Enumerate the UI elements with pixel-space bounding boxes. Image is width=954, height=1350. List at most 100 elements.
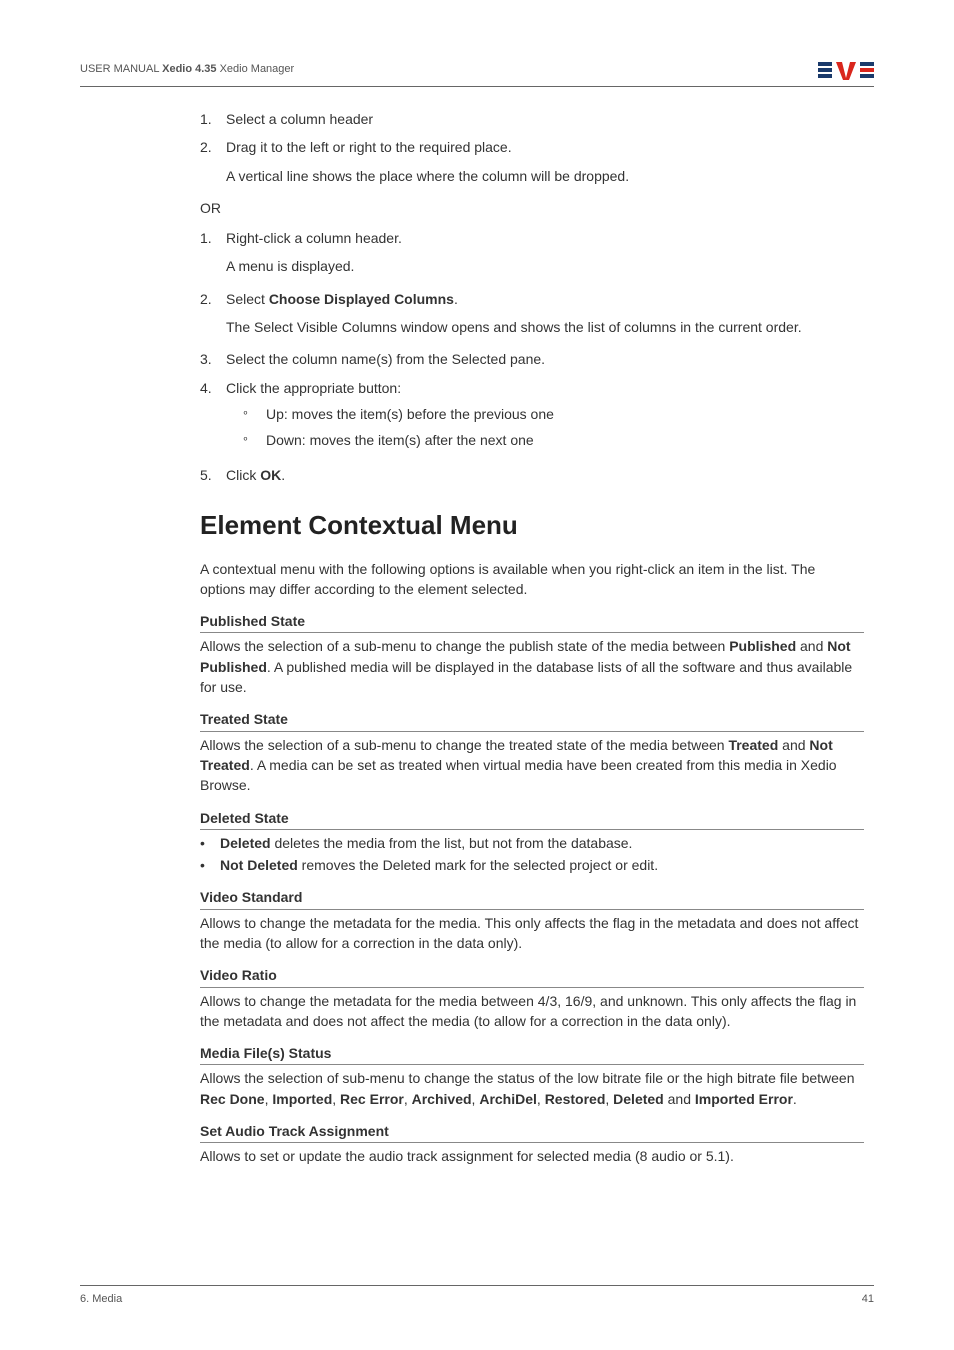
text-span: . [793,1091,797,1107]
text-span: . [454,291,458,307]
bold-span: Not Deleted [220,857,298,873]
text-span: and [796,638,827,654]
video-ratio-block: Video Ratio Allows to change the metadat… [200,965,864,1031]
list-item: 1. Right-click a column header. [200,228,864,248]
text-span: Click [226,467,260,483]
text-span: , [537,1091,545,1107]
procedure-list-2b: 2. Select Choose Displayed Columns. [200,289,864,309]
section-heading: Element Contextual Menu [200,507,864,545]
text-span: , [404,1091,412,1107]
bold-span: ArchiDel [479,1091,537,1107]
list-text: Right-click a column header. [226,228,864,248]
block-text: Allows to change the metadata for the me… [200,913,864,954]
bold-span: Rec Error [340,1091,404,1107]
video-standard-block: Video Standard Allows to change the meta… [200,887,864,953]
bold-span: Deleted [220,835,271,851]
list-text: Select Choose Displayed Columns. [226,289,864,309]
text-span: . [281,467,285,483]
list-item: 2. Drag it to the left or right to the r… [200,137,864,157]
text-span: and [778,737,809,753]
audio-track-block: Set Audio Track Assignment Allows to set… [200,1121,864,1167]
sub-heading: Media File(s) Status [200,1043,864,1065]
bold-span: Published [729,638,796,654]
bold-span: Choose Displayed Columns [269,291,454,307]
block-text: Allows to change the metadata for the me… [200,991,864,1032]
treated-state-block: Treated State Allows the selection of a … [200,709,864,795]
published-state-block: Published State Allows the selection of … [200,611,864,697]
bold-span: OK [260,467,281,483]
bullet-icon: ∘ [242,430,266,450]
footer-page-number: 41 [862,1292,874,1308]
list-number: 2. [200,289,226,309]
list-item: 1. Select a column header [200,109,864,129]
block-text: Allows to set or update the audio track … [200,1146,864,1166]
text-span: , [605,1091,613,1107]
bold-span: Archived [412,1091,472,1107]
text-span: and [664,1091,695,1107]
or-separator: OR [200,198,864,218]
text-span: Click the appropriate button: [226,380,401,396]
list-number: 2. [200,137,226,157]
list-item: • Deleted deletes the media from the lis… [200,833,864,853]
deleted-list: • Deleted deletes the media from the lis… [200,833,864,876]
sub-list-item: ∘ Up: moves the item(s) before the previ… [226,404,864,424]
bullet-icon: ∘ [242,404,266,424]
bold-span: Restored [545,1091,606,1107]
sub-heading: Deleted State [200,808,864,830]
list-text: Click OK. [226,465,864,485]
sub-text: Up: moves the item(s) before the previou… [266,404,554,424]
sub-heading: Video Standard [200,887,864,909]
bold-span: Imported Error [695,1091,793,1107]
list-item: 4. Click the appropriate button: ∘ Up: m… [200,378,864,457]
block-text: Allows the selection of a sub-menu to ch… [200,636,864,697]
header-title: USER MANUAL Xedio 4.35 Xedio Manager [80,62,294,78]
list-text: Not Deleted removes the Deleted mark for… [220,855,658,875]
header-suffix: Xedio Manager [217,63,295,75]
text-span: Select [226,291,269,307]
list-text: Deleted deletes the media from the list,… [220,833,632,853]
footer-section: 6. Media [80,1292,122,1308]
list-item: 2. Select Choose Displayed Columns. [200,289,864,309]
block-text: Allows the selection of sub-menu to chan… [200,1068,864,1109]
list-text: Select a column header [226,109,864,129]
procedure-list-2c: 3. Select the column name(s) from the Se… [200,349,864,484]
list-follow-text: A menu is displayed. [226,256,864,276]
list-number: 1. [200,109,226,129]
list-number: 1. [200,228,226,248]
text-span: Allows the selection of sub-menu to chan… [200,1070,855,1086]
bold-span: Treated [728,737,778,753]
page-footer: 6. Media 41 [80,1285,874,1308]
sub-text: Down: moves the item(s) after the next o… [266,430,534,450]
list-number: 5. [200,465,226,485]
procedure-list-2: 1. Right-click a column header. [200,228,864,248]
bullet-icon: • [200,855,220,875]
text-span: . A media can be set as treated when vir… [200,757,837,793]
text-span: Allows the selection of a sub-menu to ch… [200,737,728,753]
list-follow-text: A vertical line shows the place where th… [226,166,864,186]
media-file-status-block: Media File(s) Status Allows the selectio… [200,1043,864,1109]
sub-heading: Published State [200,611,864,633]
text-span: , [332,1091,340,1107]
sub-heading: Video Ratio [200,965,864,987]
text-span: removes the Deleted mark for the selecte… [298,857,658,873]
deleted-state-block: Deleted State • Deleted deletes the medi… [200,808,864,876]
sub-list: ∘ Up: moves the item(s) before the previ… [226,404,864,451]
block-text: Allows the selection of a sub-menu to ch… [200,735,864,796]
list-text: Select the column name(s) from the Selec… [226,349,864,369]
list-item: 5. Click OK. [200,465,864,485]
bold-span: Deleted [613,1091,664,1107]
bold-span: Imported [272,1091,332,1107]
list-item: • Not Deleted removes the Deleted mark f… [200,855,864,875]
page-header: USER MANUAL Xedio 4.35 Xedio Manager [80,58,874,87]
text-span: . A published media will be displayed in… [200,659,852,695]
evs-logo [818,58,874,82]
list-text: Click the appropriate button: ∘ Up: move… [226,378,864,457]
header-product: Xedio 4.35 [162,63,216,75]
list-follow-text: The Select Visible Columns window opens … [226,317,864,337]
content-area: 1. Select a column header 2. Drag it to … [200,109,874,1167]
list-number: 4. [200,378,226,457]
header-prefix: USER MANUAL [80,63,162,75]
bullet-icon: • [200,833,220,853]
sub-heading: Treated State [200,709,864,731]
text-span: Allows the selection of a sub-menu to ch… [200,638,729,654]
